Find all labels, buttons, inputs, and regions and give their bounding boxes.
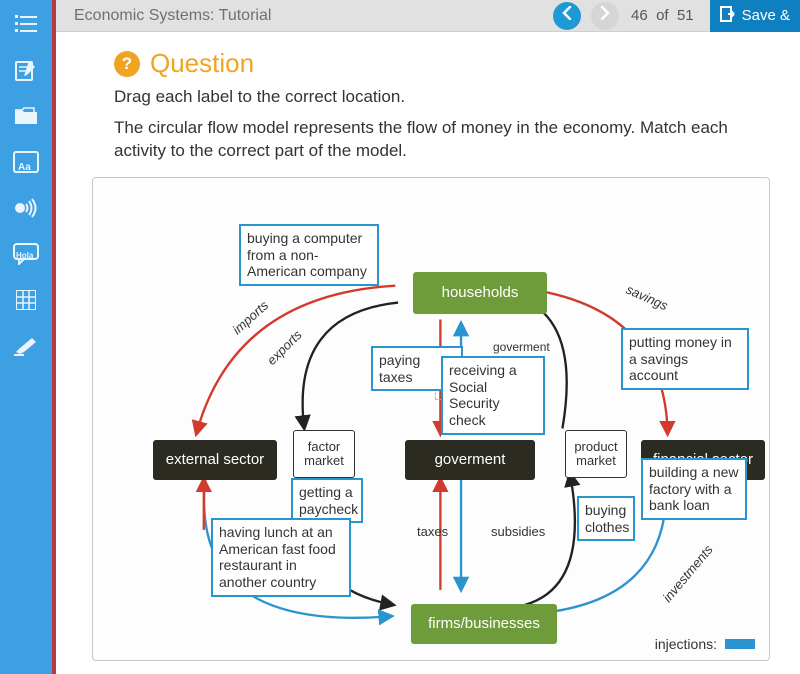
label-savings: savings xyxy=(624,282,670,314)
grid-icon xyxy=(16,290,36,316)
card-label: having lunch at an American fast food re… xyxy=(219,524,336,590)
sidebar-item-compose[interactable] xyxy=(6,55,46,91)
legend-label: injections: xyxy=(655,636,717,652)
card-paycheck[interactable]: getting a paycheck xyxy=(291,478,363,524)
label-taxes: taxes xyxy=(417,524,448,539)
label-subsidies: subsidies xyxy=(491,524,545,539)
instruction-text: Drag each label to the correct location. xyxy=(114,87,770,107)
label-exports: exports xyxy=(264,327,305,368)
compose-icon xyxy=(15,59,37,87)
sidebar-item-translate[interactable]: Hola xyxy=(6,239,46,275)
node-households: households xyxy=(413,272,547,314)
node-goverment: goverment xyxy=(405,440,535,480)
card-label: buying clothes xyxy=(585,502,629,535)
node-firms: firms/businesses xyxy=(411,604,557,644)
body-text: The circular flow model represents the f… xyxy=(114,117,770,163)
question-title: Question xyxy=(150,48,254,79)
page-current: 46 xyxy=(631,7,648,24)
card-label: paying taxes xyxy=(379,352,420,385)
node-label: factor market xyxy=(296,440,352,469)
card-buying-clothes[interactable]: buying clothes xyxy=(577,496,635,542)
card-bank-loan[interactable]: building a new factory with a bank loan xyxy=(641,458,747,520)
audio-icon xyxy=(14,198,38,224)
translate-badge: Hola xyxy=(14,251,35,261)
card-social-security[interactable]: receiving a Social Security check xyxy=(441,356,545,435)
label-gov-small: goverment xyxy=(493,340,550,354)
pager: 46 of 51 xyxy=(629,7,700,24)
folder-icon xyxy=(14,107,38,131)
label-imports: imports xyxy=(229,298,271,338)
sidebar-item-audio[interactable] xyxy=(6,193,46,229)
node-label: external sector xyxy=(166,451,264,468)
sidebar-item-calculator[interactable] xyxy=(6,285,46,321)
page-of: of xyxy=(656,7,669,24)
card-label: receiving a Social Security check xyxy=(449,362,517,428)
card-label: putting money in a savings account xyxy=(629,334,732,384)
content: ? Question Drag each label to the correc… xyxy=(56,32,800,674)
next-button[interactable] xyxy=(591,2,619,30)
card-lunch-abroad[interactable]: having lunch at an American fast food re… xyxy=(211,518,351,597)
page-title: Economic Systems: Tutorial xyxy=(74,7,271,25)
node-factor-market: factor market xyxy=(293,430,355,478)
legend-injections: injections: xyxy=(655,636,755,652)
save-label: Save & xyxy=(742,7,790,24)
sidebar-item-highlight[interactable] xyxy=(6,331,46,367)
node-label: product market xyxy=(568,440,624,469)
breadcrumb: Economic Systems: Tutorial xyxy=(56,7,271,25)
sidebar-item-dictionary[interactable]: Aa xyxy=(6,147,46,183)
card-computer-import[interactable]: buying a computer from a non-American co… xyxy=(239,224,379,286)
question-icon: ? xyxy=(114,51,140,77)
dictionary-badge: Aa xyxy=(16,163,33,173)
node-external: external sector xyxy=(153,440,277,480)
topbar: Economic Systems: Tutorial 46 of 51 Save… xyxy=(56,0,800,32)
node-label: firms/businesses xyxy=(428,615,540,632)
page-total: 51 xyxy=(677,7,694,24)
card-label: buying a computer from a non-American co… xyxy=(247,230,367,280)
question-mark: ? xyxy=(122,54,132,74)
export-icon xyxy=(720,6,736,26)
node-label: goverment xyxy=(435,451,506,468)
node-label: households xyxy=(442,284,519,301)
node-product-market: product market xyxy=(565,430,627,478)
card-savings-account[interactable]: putting money in a savings account xyxy=(621,328,749,390)
diagram-frame: households goverment firms/businesses ex… xyxy=(92,177,770,661)
list-icon xyxy=(15,15,37,39)
chevron-right-icon xyxy=(600,6,610,25)
save-button[interactable]: Save & xyxy=(710,0,800,32)
card-label: building a new factory with a bank loan xyxy=(649,464,739,514)
prev-button[interactable] xyxy=(553,2,581,30)
left-sidebar: Aa Hola xyxy=(0,0,52,674)
label-investments: investments xyxy=(660,542,716,605)
legend-swatch-blue xyxy=(725,639,755,649)
sidebar-item-folder[interactable] xyxy=(6,101,46,137)
chevron-left-icon xyxy=(562,6,572,25)
question-header: ? Question xyxy=(114,48,770,79)
card-label: getting a paycheck xyxy=(299,484,358,517)
sidebar-item-menu[interactable] xyxy=(6,9,46,45)
marker-icon xyxy=(14,336,38,362)
